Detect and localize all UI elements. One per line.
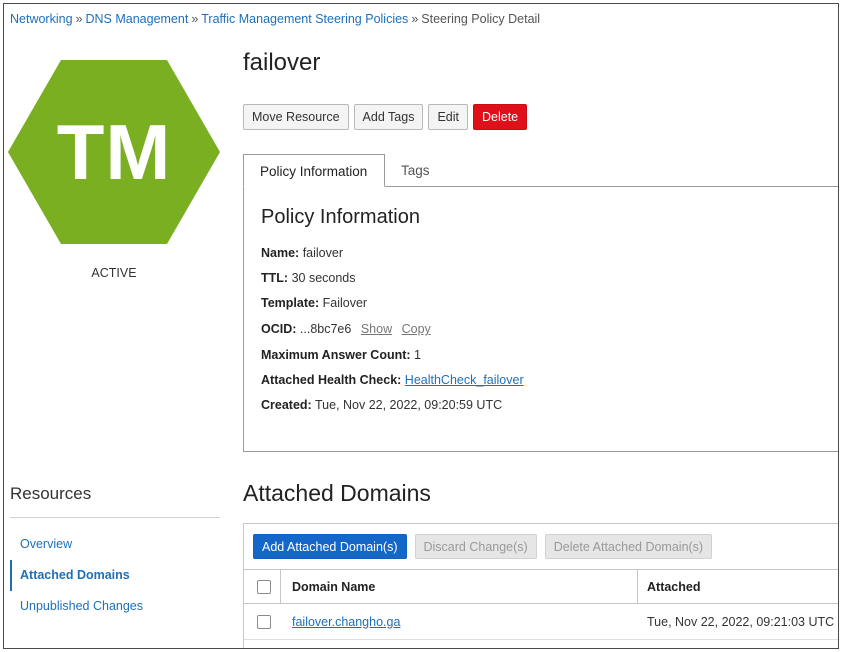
delete-button[interactable]: Delete [473,104,528,130]
select-all-cell [257,570,271,603]
template-label: Template: [261,296,320,310]
attached-domains-table: Add Attached Domain(s) Discard Change(s)… [243,523,838,648]
column-header-attached[interactable]: Attached [647,570,700,603]
ocid-value: ...8bc7e6 [299,322,352,336]
resources-nav: Overview Attached Domains Unpublished Ch… [10,529,220,622]
add-tags-button[interactable]: Add Tags [353,104,424,130]
breadcrumb-current: Steering Policy Detail [421,12,541,26]
row-select-cell [257,604,271,639]
info-row-health-check: Attached Health Check: HealthCheck_failo… [261,373,524,387]
row-checkbox[interactable] [257,614,271,629]
breadcrumb: Networking» DNS Management» Traffic Manage… [10,12,540,26]
info-row-name: Name: failover [261,246,343,260]
name-label: Name: [261,246,300,260]
column-header-domain-name[interactable]: Domain Name [292,570,375,603]
discard-changes-button[interactable]: Discard Change(s) [414,534,537,559]
breadcrumb-dns-management[interactable]: DNS Management [85,12,188,26]
info-row-template: Template: Failover [261,296,367,310]
breadcrumb-separator: » [191,12,199,26]
resources-item-unpublished-changes[interactable]: Unpublished Changes [10,591,220,622]
ttl-label: TTL: [261,271,289,285]
column-divider [637,570,638,603]
info-row-created: Created: Tue, Nov 22, 2022, 09:20:59 UTC [261,398,502,412]
breadcrumb-separator: » [75,12,83,26]
info-row-ocid: OCID: ...8bc7e6 Show Copy [261,322,431,336]
created-value: Tue, Nov 22, 2022, 09:20:59 UTC [314,398,503,412]
breadcrumb-separator: » [411,12,419,26]
info-row-max-answer-count: Maximum Answer Count: 1 [261,348,421,362]
max-answer-count-value: 1 [414,348,421,362]
template-value: Failover [322,296,368,310]
resources-item-attached-domains[interactable]: Attached Domains [10,560,220,591]
tab-policy-information[interactable]: Policy Information [243,154,385,187]
resource-hexagon-icon: TM [8,60,220,244]
move-resource-button[interactable]: Move Resource [243,104,349,130]
policy-information-heading: Policy Information [261,206,420,228]
detail-tabs: Policy Information Tags [243,154,838,188]
resources-heading: Resources [10,484,92,503]
column-divider [280,570,281,603]
health-check-link[interactable]: HealthCheck_failover [405,373,524,387]
ttl-value: 30 seconds [291,271,356,285]
resource-initials: TM [56,107,172,196]
add-attached-domains-button[interactable]: Add Attached Domain(s) [253,534,407,559]
max-answer-count-label: Maximum Answer Count: [261,348,411,362]
policy-information-panel: Policy Information Name: failover TTL: 3… [243,187,838,452]
edit-button[interactable]: Edit [428,104,468,130]
domain-link[interactable]: failover.changho.ga [292,615,400,629]
domain-name-cell: failover.changho.ga [292,604,400,639]
ocid-show-link[interactable]: Show [361,322,392,336]
table-header: Domain Name Attached [244,569,838,604]
select-all-checkbox[interactable] [257,579,271,594]
app-frame: Networking» DNS Management» Traffic Manage… [3,3,839,649]
table-row: failover.changho.ga Tue, Nov 22, 2022, 0… [244,604,838,640]
breadcrumb-steering-policies[interactable]: Traffic Management Steering Policies [201,12,408,26]
breadcrumb-networking[interactable]: Networking [10,12,73,26]
tab-tags[interactable]: Tags [385,154,446,187]
delete-attached-domains-button[interactable]: Delete Attached Domain(s) [544,534,713,559]
attached-domains-heading: Attached Domains [243,480,431,506]
action-toolbar: Move Resource Add Tags Edit Delete [243,104,528,130]
attached-date-cell: Tue, Nov 22, 2022, 09:21:03 UTC [647,614,835,629]
name-value: failover [302,246,343,260]
info-row-ttl: TTL: 30 seconds [261,271,356,285]
lifecycle-status: ACTIVE [91,266,137,280]
ocid-copy-link[interactable]: Copy [402,322,431,336]
health-check-label: Attached Health Check: [261,373,402,387]
created-label: Created: [261,398,312,412]
resources-divider [10,517,220,518]
page-title: failover [243,49,321,76]
ocid-label: OCID: [261,322,297,336]
resources-item-overview[interactable]: Overview [10,529,220,560]
attached-domains-toolbar: Add Attached Domain(s) Discard Change(s)… [253,534,713,559]
